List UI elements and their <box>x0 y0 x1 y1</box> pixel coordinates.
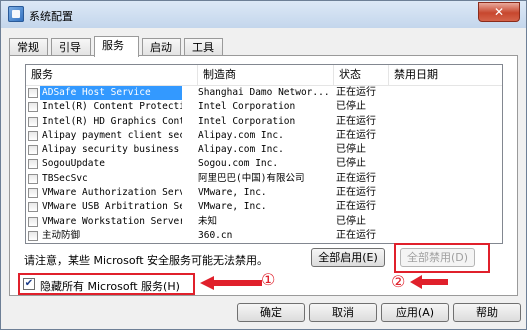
column-header-status[interactable]: 状态 <box>334 65 389 85</box>
service-manufacturer: Intel Corporation <box>198 115 296 127</box>
service-manufacturer: 未知 <box>198 215 218 227</box>
service-row[interactable]: ADSafe Host Service Shanghai Damo Networ.… <box>26 86 502 100</box>
service-row[interactable]: VMware Authorization Service VMware, Inc.… <box>26 186 502 200</box>
close-button[interactable]: ✕ <box>478 2 520 22</box>
service-manufacturer: Alipay.com Inc. <box>198 144 284 156</box>
service-name: 主动防御 <box>42 229 81 241</box>
service-checkbox[interactable] <box>28 130 38 141</box>
tab-startup[interactable]: 启动 <box>142 38 181 55</box>
tab-general[interactable]: 常规 <box>9 38 48 55</box>
service-manufacturer: VMware, Inc. <box>198 201 267 213</box>
arrow-left-2-icon <box>410 275 448 289</box>
service-manufacturer: Sogou.com Inc. <box>198 158 279 170</box>
security-note: 请注意，某些 Microsoft 安全服务可能无法禁用。 <box>24 254 269 267</box>
service-checkbox[interactable] <box>28 88 38 98</box>
service-manufacturer: VMware, Inc. <box>198 187 267 199</box>
service-status: 已停止 <box>336 215 366 227</box>
service-checkbox[interactable] <box>28 102 38 113</box>
disable-all-button[interactable]: 全部禁用(D) <box>400 248 475 267</box>
service-row[interactable]: VMware USB Arbitration Ser... VMware, Inc… <box>26 200 502 214</box>
services-rows: ADSafe Host Service Shanghai Damo Networ.… <box>26 86 502 243</box>
services-list[interactable]: 服务 制造商 状态 禁用日期 ADSafe Host Service Shangh… <box>25 64 503 244</box>
service-name: Alipay security business ... <box>42 144 182 156</box>
service-name: Intel(R) Content Protecti... <box>42 101 182 113</box>
window-title: 系统配置 <box>29 10 73 23</box>
service-name: VMware Workstation Server <box>42 215 182 227</box>
service-row[interactable]: TBSecSvc 阿里巴巴(中国)有限公司 正在运行 <box>26 172 502 186</box>
service-status: 正在运行 <box>336 172 376 184</box>
service-name: Alipay payment client sec... <box>42 129 182 141</box>
tab-boot[interactable]: 引导 <box>51 38 91 55</box>
service-manufacturer: 360.cn <box>198 229 233 241</box>
service-status: 正在运行 <box>336 115 376 127</box>
service-status: 已停止 <box>336 101 366 113</box>
service-checkbox[interactable] <box>28 230 38 241</box>
title-bar[interactable]: 系统配置 ✕ <box>1 1 526 28</box>
service-manufacturer: Alipay.com Inc. <box>198 129 284 141</box>
help-button[interactable]: 帮助 <box>453 303 521 322</box>
service-checkbox[interactable] <box>28 188 38 199</box>
service-checkbox[interactable] <box>28 159 38 170</box>
service-name: VMware Authorization Service <box>42 187 182 199</box>
system-config-window: 系统配置 ✕ 常规 引导 服务 启动 工具 服务 制造商 状态 禁用日期 ADS… <box>0 0 527 330</box>
service-status: 正在运行 <box>336 187 376 199</box>
annotation-two: ② <box>391 272 406 291</box>
service-name: SogouUpdate <box>42 158 105 170</box>
annotation-one: ① <box>261 270 276 289</box>
tab-services[interactable]: 服务 <box>94 36 139 57</box>
service-row[interactable]: VMware Workstation Server 未知 已停止 <box>26 215 502 229</box>
service-row[interactable]: 主动防御 360.cn 正在运行 <box>26 229 502 243</box>
list-header: 服务 制造商 状态 禁用日期 <box>26 65 502 86</box>
service-status: 正在运行 <box>336 129 376 141</box>
service-manufacturer: Intel Corporation <box>198 101 296 113</box>
system-config-icon <box>8 6 24 22</box>
hide-ms-services-label[interactable]: 隐藏所有 Microsoft 服务(H) <box>40 278 180 294</box>
column-header-manufacturer[interactable]: 制造商 <box>198 65 334 85</box>
arrow-left-1-icon <box>200 276 262 290</box>
service-row[interactable]: Intel(R) HD Graphics Cont... Intel Corpor… <box>26 115 502 129</box>
service-status: 已停止 <box>336 144 366 156</box>
service-checkbox[interactable] <box>28 216 38 227</box>
service-status: 已停止 <box>336 158 366 170</box>
service-checkbox[interactable] <box>28 173 38 184</box>
service-name: Intel(R) HD Graphics Cont... <box>42 115 182 127</box>
service-manufacturer: 阿里巴巴(中国)有限公司 <box>198 172 305 184</box>
column-header-disable-date[interactable]: 禁用日期 <box>389 65 502 85</box>
service-row[interactable]: Alipay security business ... Alipay.com I… <box>26 143 502 157</box>
hide-ms-services-checkbox[interactable]: ✔ <box>23 278 35 290</box>
service-row[interactable]: SogouUpdate Sogou.com Inc. 已停止 <box>26 157 502 171</box>
service-checkbox[interactable] <box>28 202 38 213</box>
column-header-service[interactable]: 服务 <box>26 65 198 85</box>
service-checkbox[interactable] <box>28 145 38 156</box>
ok-button[interactable]: 确定 <box>237 303 305 322</box>
cancel-button[interactable]: 取消 <box>309 303 377 322</box>
service-row[interactable]: Intel(R) Content Protecti... Intel Corpor… <box>26 100 502 114</box>
apply-button[interactable]: 应用(A) <box>381 303 449 322</box>
service-status: 正在运行 <box>336 87 376 98</box>
service-name: TBSecSvc <box>42 172 88 184</box>
service-checkbox[interactable] <box>28 116 38 127</box>
service-manufacturer: Shanghai Damo Networ... <box>198 87 330 98</box>
hide-ms-services-highlight: ✔ 隐藏所有 Microsoft 服务(H) <box>18 273 195 295</box>
service-row[interactable]: Alipay payment client sec... Alipay.com I… <box>26 129 502 143</box>
services-panel: 服务 制造商 状态 禁用日期 ADSafe Host Service Shangh… <box>9 55 518 296</box>
service-status: 正在运行 <box>336 229 376 241</box>
service-name: VMware USB Arbitration Ser... <box>42 201 182 213</box>
service-status: 正在运行 <box>336 201 376 213</box>
enable-all-button[interactable]: 全部启用(E) <box>311 248 385 267</box>
tab-tools[interactable]: 工具 <box>184 38 223 55</box>
service-name: ADSafe Host Service <box>40 86 182 100</box>
